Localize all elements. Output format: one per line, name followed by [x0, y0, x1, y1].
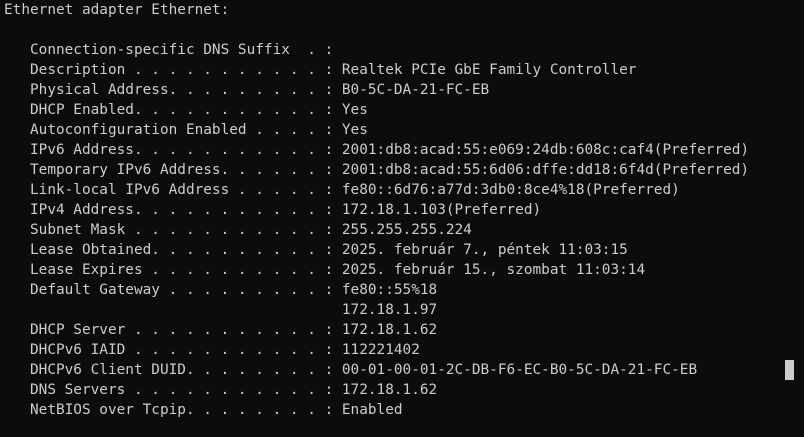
physical-address-line: Physical Address. . . . . . . . . : B0-5…	[4, 82, 490, 98]
lease-expires-line: Lease Expires . . . . . . . . . . : 2025…	[4, 262, 646, 278]
ipv6-address-line: IPv6 Address. . . . . . . . . . . : 2001…	[4, 142, 750, 158]
default-gateway-line-2: 172.18.1.97	[4, 302, 438, 318]
ipv4-address-line: IPv4 Address. . . . . . . . . . . : 172.…	[4, 202, 542, 218]
subnet-mask-line: Subnet Mask . . . . . . . . . . . : 255.…	[4, 222, 472, 238]
text-cursor	[785, 360, 794, 380]
dhcpv6-client-duid-line: DHCPv6 Client DUID. . . . . . . . : 00-0…	[4, 362, 698, 378]
adapter-heading: Ethernet adapter Ethernet:	[4, 2, 230, 18]
dhcp-enabled-line: DHCP Enabled. . . . . . . . . . . : Yes	[4, 102, 368, 118]
temporary-ipv6-line: Temporary IPv6 Address. . . . . . : 2001…	[4, 162, 750, 178]
dns-servers-line: DNS Servers . . . . . . . . . . . : 172.…	[4, 382, 438, 398]
dns-suffix-line: Connection-specific DNS Suffix . :	[4, 42, 334, 58]
link-local-ipv6-line: Link-local IPv6 Address . . . . . : fe80…	[4, 182, 680, 198]
lease-obtained-line: Lease Obtained. . . . . . . . . . : 2025…	[4, 242, 628, 258]
dhcpv6-iaid-line: DHCPv6 IAID . . . . . . . . . . . : 1122…	[4, 342, 420, 358]
description-line: Description . . . . . . . . . . . : Real…	[4, 62, 637, 78]
autoconfiguration-line: Autoconfiguration Enabled . . . . : Yes	[4, 122, 368, 138]
terminal-window[interactable]: Ethernet adapter Ethernet: Connection-sp…	[0, 0, 804, 437]
netbios-line: NetBIOS over Tcpip. . . . . . . . : Enab…	[4, 402, 403, 418]
default-gateway-line: Default Gateway . . . . . . . . . : fe80…	[4, 282, 438, 298]
dhcp-server-line: DHCP Server . . . . . . . . . . . : 172.…	[4, 322, 438, 338]
